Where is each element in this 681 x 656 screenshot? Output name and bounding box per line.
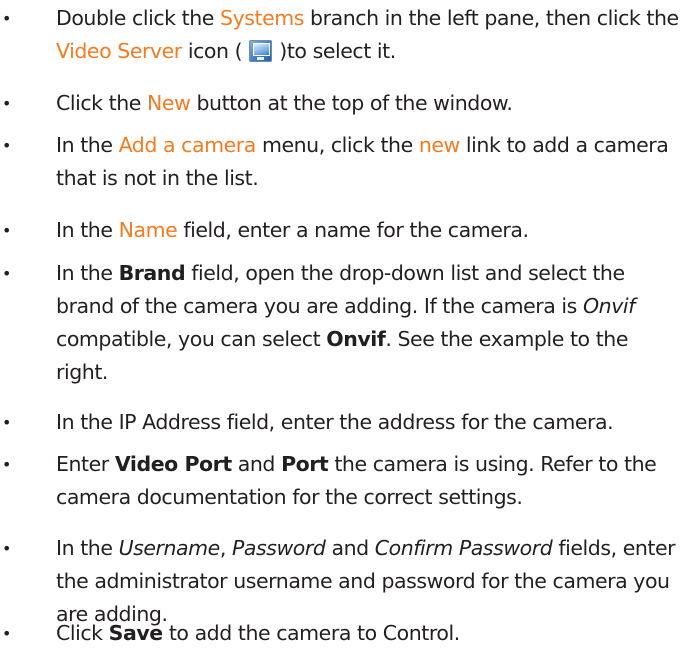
step-text: Click Save to add the camera to Control. — [56, 617, 681, 650]
bullet: • — [2, 624, 11, 643]
orange-text: Add a camera — [118, 133, 257, 157]
text-run: , — [219, 536, 232, 560]
orange-text: Video Server — [56, 39, 182, 63]
text-run: to add the camera to Control. — [162, 621, 460, 645]
orange-text: new — [418, 133, 460, 157]
text-run: In the — [56, 133, 119, 157]
bold-text: Onvif — [326, 327, 386, 351]
text-run: Click — [56, 621, 109, 645]
bullet: • — [2, 539, 11, 558]
step-item: • In the Brand field, open the drop-down… — [0, 257, 681, 389]
step-text: In the Brand field, open the drop-down l… — [56, 257, 681, 389]
orange-text: Systems — [220, 6, 304, 30]
instruction-document: • Double click the Systems branch in the… — [0, 0, 681, 656]
text-run: compatible, you can select — [56, 327, 327, 351]
step-text: Double click the Systems branch in the l… — [56, 2, 681, 68]
orange-text: Name — [118, 218, 178, 242]
bold-text: Save — [108, 621, 164, 645]
italic-text: Password — [231, 536, 326, 560]
bullet: • — [2, 264, 11, 283]
text-run: In the — [56, 218, 119, 242]
step-item: • Click the New button at the top of the… — [0, 87, 681, 120]
bold-text: Port — [281, 452, 329, 476]
bullet: • — [2, 221, 11, 240]
text-run: Double click the — [56, 6, 220, 30]
step-item: • Enter Video Port and Port the camera i… — [0, 448, 681, 514]
step-text: Click the New button at the top of the w… — [56, 87, 681, 120]
text-run: In the IP Address field, enter the addre… — [56, 410, 614, 434]
bold-text: Video Port — [114, 452, 232, 476]
italic-text: Username — [118, 536, 221, 560]
step-item: • In the Add a camera menu, click the ne… — [0, 129, 681, 195]
step-text: In the Name field, enter a name for the … — [56, 214, 681, 247]
bullet: • — [2, 455, 11, 474]
text-run: )to select it. — [273, 39, 396, 63]
step-text: Enter Video Port and Port the camera is … — [56, 448, 681, 514]
bullet: • — [2, 136, 11, 155]
step-item: • In the IP Address field, enter the add… — [0, 406, 681, 439]
text-run: icon ( — [181, 39, 249, 63]
step-text: In the IP Address field, enter the addre… — [56, 406, 681, 439]
italic-text: Onvif — [582, 294, 635, 318]
text-run: field, enter a name for the camera. — [177, 218, 529, 242]
text-run: In the — [56, 261, 119, 285]
bullet: • — [2, 9, 11, 28]
text-run: and — [325, 536, 375, 560]
bold-text: Brand — [118, 261, 186, 285]
text-run: Click the — [56, 91, 148, 115]
italic-text: Confirm Password — [374, 536, 553, 560]
step-item: • In the Name field, enter a name for th… — [0, 214, 681, 247]
text-run: button at the top of the window. — [190, 91, 513, 115]
video-server-icon — [249, 40, 273, 62]
step-text: In the Add a camera menu, click the new … — [56, 129, 681, 195]
orange-text: New — [147, 91, 191, 115]
bullet: • — [2, 413, 11, 432]
text-run: branch in the left pane, then click the — [303, 6, 679, 30]
text-run: Enter — [56, 452, 115, 476]
bullet: • — [2, 94, 11, 113]
text-run: and — [231, 452, 282, 476]
text-run: menu, click the — [255, 133, 419, 157]
step-item: • Double click the Systems branch in the… — [0, 2, 681, 68]
step-item: • Click Save to add the camera to Contro… — [0, 617, 681, 650]
text-run: In the — [56, 536, 119, 560]
